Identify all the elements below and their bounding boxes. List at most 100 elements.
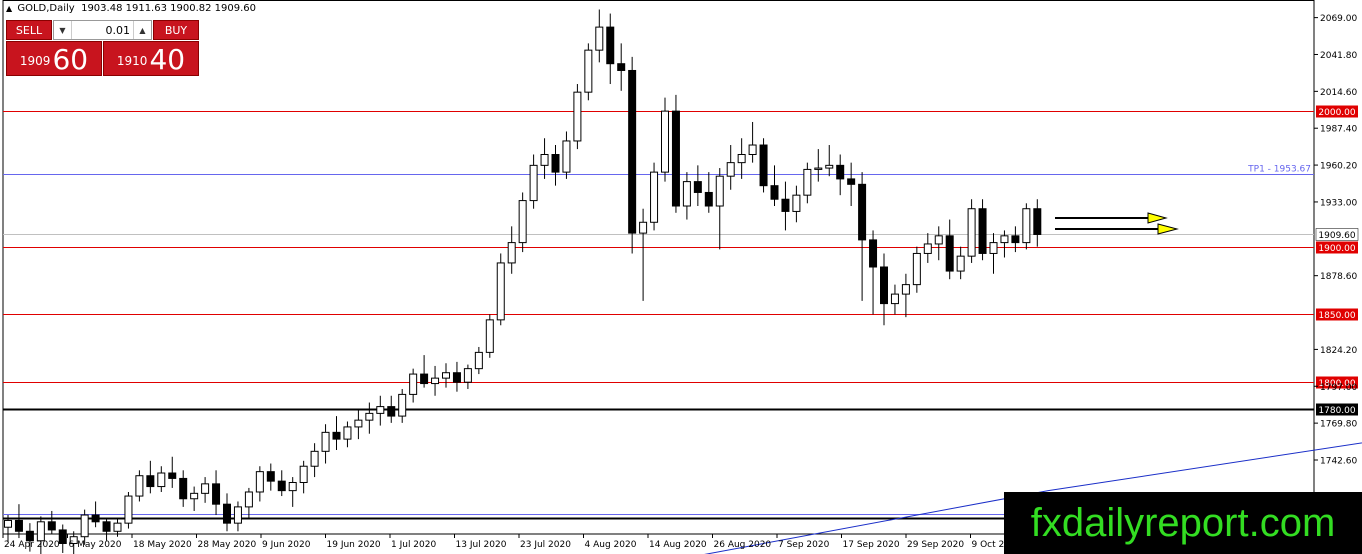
price-tag-label: 1780.00 [1318, 406, 1355, 416]
candle [671, 110, 680, 207]
date-label: 17 Sep 2020 [843, 540, 900, 550]
candle [693, 181, 702, 193]
candle [91, 514, 100, 523]
candle [869, 239, 878, 268]
candle [223, 503, 231, 524]
candle [507, 242, 516, 264]
candle [639, 221, 648, 234]
candle [452, 372, 461, 383]
candle [737, 154, 746, 164]
date-label: 19 Jun 2020 [327, 540, 381, 550]
candle [814, 167, 823, 170]
lot-size-stepper[interactable]: ▼ 0.01 ▲ [53, 20, 152, 40]
candle [661, 110, 669, 173]
candle [420, 373, 429, 385]
date-label: 18 May 2020 [133, 540, 192, 550]
date-label: 24 Apr 2020 [4, 540, 60, 550]
buy-price-pips: 40 [149, 43, 186, 76]
candle [1011, 235, 1020, 244]
sell-price-prefix: 1909 [19, 54, 51, 68]
candle [409, 373, 418, 395]
candle [212, 483, 221, 505]
price-tick-label: 2069.00 [1320, 14, 1357, 24]
candle [354, 419, 363, 428]
level-label: TP1 - 1953.67 [1247, 165, 1311, 175]
candle [190, 492, 199, 500]
brand-watermark: fxdailyreport.com [1004, 492, 1362, 554]
symbol-label: GOLD,Daily [17, 3, 75, 14]
candle [748, 144, 757, 156]
candle [233, 506, 242, 524]
candle [726, 162, 735, 177]
candle [847, 178, 856, 185]
candle [759, 144, 768, 187]
candle [880, 266, 888, 305]
candle [310, 450, 319, 467]
date-label: 4 Aug 2020 [585, 540, 637, 550]
price-tick-label: 2014.60 [1320, 88, 1357, 98]
candle [124, 495, 133, 524]
date-label: 1 Jul 2020 [391, 540, 436, 550]
candle [989, 242, 998, 254]
candle [398, 393, 407, 417]
candle [912, 252, 921, 286]
candle [858, 183, 867, 241]
price-tick-label: 1797.00 [1320, 383, 1357, 393]
candle [431, 377, 440, 385]
candle [978, 208, 987, 254]
candle [266, 471, 275, 482]
candle [945, 235, 954, 272]
candle [890, 293, 899, 305]
buy-price-prefix: 1910 [116, 54, 148, 68]
candle [113, 522, 122, 532]
candle [1022, 208, 1031, 244]
price-tick-label: 1824.20 [1320, 346, 1357, 356]
candle [781, 198, 790, 212]
candle [628, 69, 637, 234]
candle [288, 481, 297, 492]
date-label: 6 May 2020 [69, 540, 122, 550]
price-tick-label: 1878.60 [1320, 272, 1357, 282]
candle [299, 465, 308, 483]
candle [803, 168, 812, 196]
candle [157, 472, 166, 488]
buy-price[interactable]: 1910 40 [103, 41, 199, 76]
candle [650, 171, 659, 223]
lot-size-value[interactable]: 0.01 [72, 24, 133, 37]
candle [573, 91, 582, 142]
chevron-down-icon[interactable]: ▼ [54, 21, 72, 39]
chart-background [0, 0, 1362, 554]
candle [463, 368, 472, 383]
date-label: 7 Sep 2020 [778, 540, 830, 550]
candle [792, 194, 801, 212]
price-tag-label: 1900.00 [1318, 244, 1355, 254]
candle [1000, 235, 1009, 244]
candle [146, 475, 155, 488]
candle [485, 319, 494, 353]
candle [923, 243, 932, 254]
date-label: 28 May 2020 [198, 540, 257, 550]
price-chart[interactable]: 2000.00 TP1 - 1953.67 1909.60 1900.00 1850.0… [0, 0, 1362, 554]
candle [770, 185, 779, 200]
triangle-up-icon: ▲ [6, 4, 13, 13]
candle [704, 191, 713, 207]
candle [617, 63, 626, 71]
candle [934, 235, 943, 245]
sell-price[interactable]: 1909 60 [6, 41, 102, 76]
candle [595, 26, 604, 51]
ohlc-readout: 1903.48 1911.63 1900.82 1909.60 [81, 3, 257, 14]
candle [244, 491, 253, 508]
candle [540, 154, 549, 166]
price-tag-label: 2000.00 [1318, 108, 1355, 118]
date-label: 23 Jul 2020 [520, 540, 571, 550]
candle [376, 406, 385, 414]
candle [496, 262, 505, 321]
price-tick-label: 1933.00 [1320, 198, 1357, 208]
price-tick-label: 1960.20 [1320, 162, 1357, 172]
candle [551, 154, 560, 173]
buy-button[interactable]: BUY [153, 20, 199, 40]
candle [474, 351, 483, 370]
chevron-up-icon[interactable]: ▲ [133, 21, 151, 39]
candle [606, 26, 615, 65]
sell-button[interactable]: SELL [6, 20, 52, 40]
